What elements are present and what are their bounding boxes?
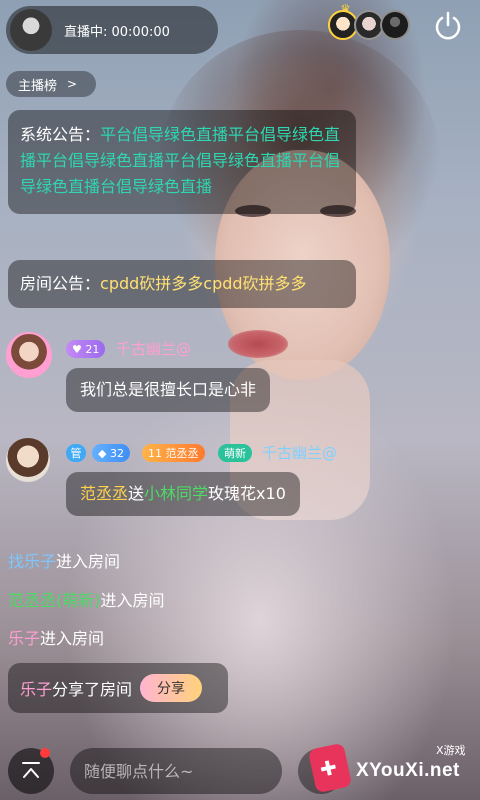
room-notice-label: 房间公告： [20, 274, 101, 293]
chat-user-avatar[interactable] [6, 332, 52, 378]
fan-club-badge: 11 范丞丞 [142, 444, 205, 462]
chevron-right-icon: > [67, 77, 78, 91]
chevron-up-icon [22, 762, 40, 778]
viewer-avatar[interactable] [380, 10, 410, 40]
entry-message: 范丞丞(萌新)进入房间 [8, 591, 165, 610]
notification-dot [40, 748, 50, 758]
admin-badge: 管 [66, 444, 86, 462]
power-icon[interactable] [432, 10, 464, 42]
host-info-pill[interactable]: 直播中: 00:00:00 [6, 6, 218, 54]
viewer-avatars[interactable] [328, 10, 410, 46]
share-button[interactable]: 分享 [140, 674, 203, 702]
live-status-timer: 直播中: 00:00:00 [64, 24, 170, 40]
entry-message: 乐子进入房间 [8, 629, 105, 648]
level-badge: ♥ 21 [66, 340, 106, 358]
share-username[interactable]: 乐子 [20, 676, 52, 700]
chat-username[interactable]: 千古幽兰@ [116, 338, 191, 359]
diamond-icon: ◆ [98, 446, 110, 460]
gift-target[interactable]: 小林同学 [144, 484, 208, 503]
system-notice-label: 系统公告： [20, 125, 101, 144]
gift-message: 范丞丞送小林同学玫瑰花x10 [66, 472, 300, 516]
chat-user-avatar[interactable] [6, 438, 50, 482]
gamepad-logo-icon: ✚ [307, 742, 353, 794]
chat-username[interactable]: 千古幽兰@ [262, 442, 337, 463]
system-notice: 系统公告：平台倡导绿色直播平台倡导绿色直播平台倡导绿色直播平台倡导绿色直播平台倡… [8, 110, 356, 214]
chat-input[interactable] [70, 748, 282, 794]
room-notice-text: cpdd砍拼多多cpdd砍拼多多 [100, 274, 307, 293]
entry-username[interactable]: 找乐子 [8, 552, 56, 571]
host-avatar[interactable] [10, 9, 52, 51]
share-message: 乐子 分享了房间 分享 [8, 663, 228, 713]
room-notice: 房间公告：cpdd砍拼多多cpdd砍拼多多 [8, 260, 356, 308]
watermark-site: XYouXi.net [356, 760, 460, 781]
level-badge: ◆ 32 [92, 444, 130, 462]
entry-message: 找乐子进入房间 [8, 552, 121, 571]
chat-message: 我们总是很擅长口是心非 [66, 368, 271, 412]
host-ranking-button[interactable]: 主播榜 > [6, 71, 96, 97]
newbie-badge: 萌新 [218, 444, 252, 462]
gift-sender[interactable]: 范丞丞 [80, 484, 128, 503]
site-watermark: ✚ X游戏 XYouXi.net [300, 738, 476, 796]
entry-username[interactable]: 范丞丞(萌新) [8, 591, 101, 610]
entry-username[interactable]: 乐子 [8, 629, 40, 648]
heart-icon: ♥ [72, 342, 86, 356]
watermark-tag: X游戏 [436, 744, 466, 757]
rank-label: 主播榜 [18, 78, 58, 94]
